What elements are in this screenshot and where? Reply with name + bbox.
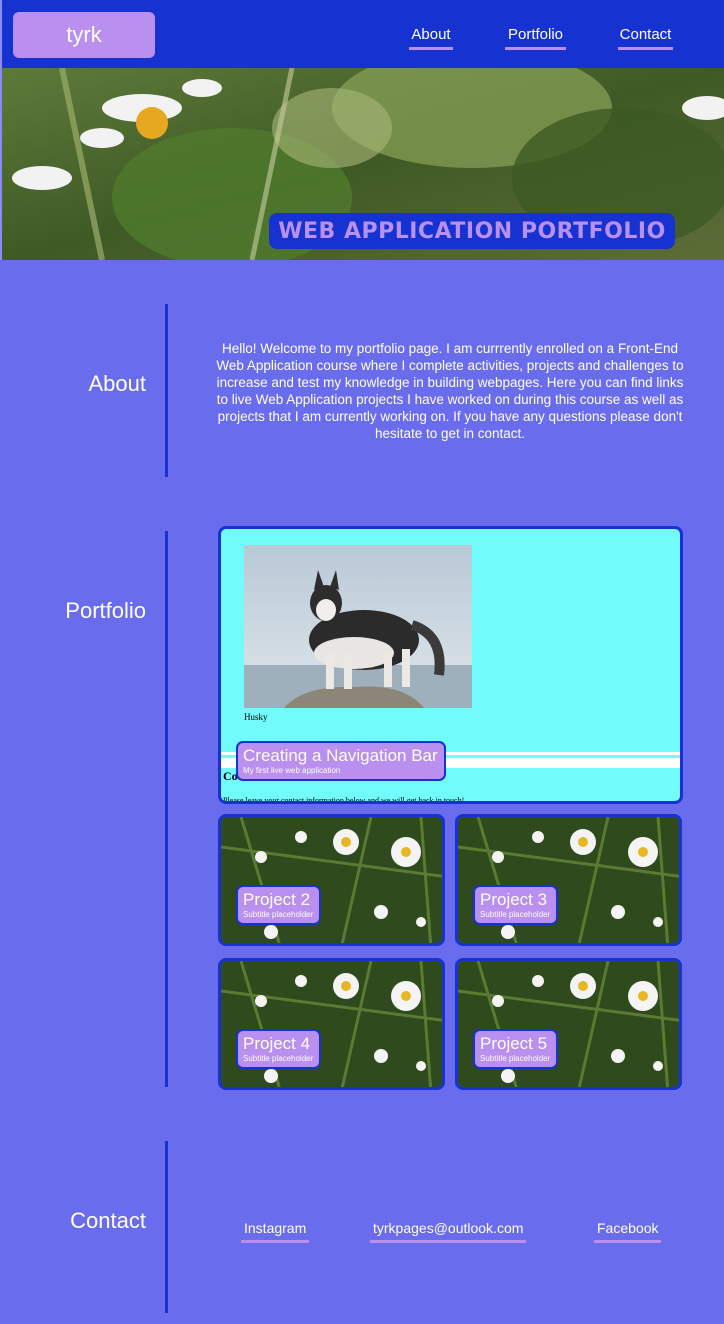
nav-link-contact[interactable]: Contact	[618, 26, 673, 50]
featured-project-title: Creating a Navigation Bar	[243, 746, 438, 765]
project-4-title: Project 4	[243, 1034, 311, 1053]
about-divider	[165, 304, 168, 477]
featured-project-subtitle: My first live web application	[243, 766, 341, 775]
daisy-field-image	[458, 817, 679, 943]
email-link[interactable]: tyrkpages@outlook.com	[370, 1220, 527, 1243]
project-2-subtitle: Subtitle placeholder	[243, 910, 314, 919]
portfolio-divider	[165, 531, 168, 1087]
project-5-caption: Project 5 Subtitle placeholder	[473, 1029, 559, 1069]
daisy-field-image	[221, 817, 442, 943]
project-5-subtitle: Subtitle placeholder	[480, 1054, 551, 1063]
project-4-caption: Project 4 Subtitle placeholder	[236, 1029, 322, 1069]
husky-image	[244, 545, 472, 708]
husky-caption: Husky	[244, 712, 268, 722]
about-heading: About	[88, 371, 147, 396]
contact-divider	[165, 1141, 168, 1313]
project-4-subtitle: Subtitle placeholder	[243, 1054, 314, 1063]
project-5-title: Project 5	[480, 1034, 548, 1053]
project-3-title: Project 3	[480, 890, 548, 909]
about-text: Hello! Welcome to my portfolio page. I a…	[216, 341, 684, 441]
project-card-3[interactable]: Project 3 Subtitle placeholder	[455, 814, 682, 946]
project-card-4[interactable]: Project 4 Subtitle placeholder	[218, 958, 445, 1090]
daisy-field-image	[221, 961, 442, 1087]
hero-title: WEB APPLICATION PORTFOLIO	[269, 213, 675, 249]
site-header: tyrk About Portfolio Contact	[0, 0, 724, 68]
portfolio-heading: Portfolio	[65, 598, 146, 623]
project-2-title: Project 2	[243, 890, 311, 909]
project-3-caption: Project 3 Subtitle placeholder	[473, 885, 559, 925]
facebook-link[interactable]: Facebook	[594, 1220, 662, 1243]
logo[interactable]: tyrk	[13, 12, 155, 58]
project-3-subtitle: Subtitle placeholder	[480, 910, 551, 919]
featured-project-card[interactable]: Husky Co Please leave your contact infor…	[218, 526, 683, 804]
project-card-5[interactable]: Project 5 Subtitle placeholder	[455, 958, 682, 1090]
nav-link-portfolio[interactable]: Portfolio	[505, 26, 566, 50]
project-2-caption: Project 2 Subtitle placeholder	[236, 885, 322, 925]
instagram-link[interactable]: Instagram	[241, 1220, 310, 1243]
nav-link-about[interactable]: About	[409, 26, 453, 50]
daisy-field-image	[458, 961, 679, 1087]
preview-contact-line: Please leave your contact information be…	[223, 796, 465, 804]
contact-heading: Contact	[70, 1208, 146, 1233]
featured-project-caption: Creating a Navigation Bar My first live …	[236, 741, 446, 781]
project-card-2[interactable]: Project 2 Subtitle placeholder	[218, 814, 445, 946]
